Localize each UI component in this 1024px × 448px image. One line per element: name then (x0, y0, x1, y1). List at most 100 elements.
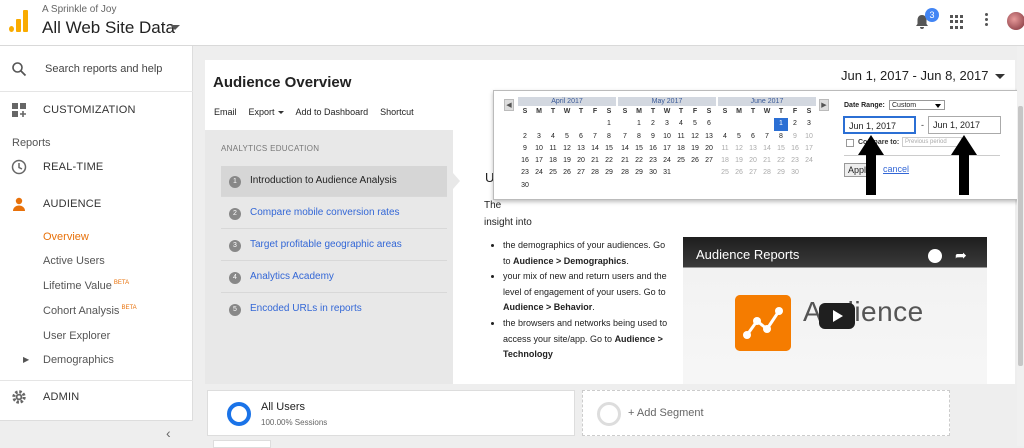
export-button[interactable]: Export (249, 107, 284, 117)
calendar-day[interactable]: 12 (732, 143, 746, 155)
calendar-day[interactable]: 28 (760, 167, 774, 179)
calendar-day[interactable]: 6 (746, 131, 760, 143)
calendar-day[interactable]: 23 (518, 167, 532, 179)
bottom-tab[interactable] (213, 440, 271, 448)
calendar-day[interactable]: 23 (788, 155, 802, 167)
calendar-day[interactable]: 13 (574, 143, 588, 155)
calendar-day[interactable]: 4 (546, 131, 560, 143)
calendar-day[interactable]: 16 (518, 155, 532, 167)
calendar-day[interactable]: 19 (560, 155, 574, 167)
calendar-day[interactable]: 2 (788, 118, 802, 130)
calendar-day[interactable]: 24 (660, 155, 674, 167)
calendar-day[interactable]: 2 (518, 131, 532, 143)
calendar-day[interactable]: 28 (588, 167, 602, 179)
sidebar-item-active-users[interactable]: Active Users (43, 255, 105, 267)
play-button[interactable] (819, 303, 855, 329)
calendar-day[interactable]: 2 (646, 118, 660, 130)
calendar-day[interactable]: 16 (788, 143, 802, 155)
email-button[interactable]: Email (214, 107, 237, 117)
sidebar-item-realtime[interactable]: REAL-TIME (0, 152, 193, 184)
calendar-day[interactable]: 23 (646, 155, 660, 167)
collapse-sidebar-button[interactable]: ‹ (0, 420, 193, 446)
edu-item-encoded-urls[interactable]: 5 Encoded URLs in reports (221, 294, 447, 325)
sidebar-item-admin[interactable]: ADMIN (0, 380, 193, 414)
calendar-day[interactable]: 15 (602, 143, 616, 155)
calendar-day[interactable]: 25 (546, 167, 560, 179)
calendar-day[interactable]: 8 (632, 131, 646, 143)
calendar-day[interactable]: 11 (718, 143, 732, 155)
calendar-day[interactable]: 16 (646, 143, 660, 155)
calendar-day[interactable]: 3 (660, 118, 674, 130)
calendar-day[interactable]: 4 (718, 131, 732, 143)
calendar-day[interactable]: 24 (802, 155, 816, 167)
calendar-day[interactable]: 1 (602, 118, 616, 130)
video-player[interactable]: Audience Reports ➦ Audience (683, 237, 987, 400)
calendar-day[interactable]: 26 (688, 155, 702, 167)
cancel-link[interactable]: cancel (883, 164, 909, 174)
calendar-day[interactable]: 27 (574, 167, 588, 179)
start-date-input[interactable]: Jun 1, 2017 (843, 116, 916, 134)
calendar-day[interactable]: 4 (674, 118, 688, 130)
calendar-day[interactable]: 5 (688, 118, 702, 130)
calendar-day[interactable]: 5 (560, 131, 574, 143)
sidebar-item-overview[interactable]: Overview (43, 231, 89, 243)
sidebar-item-lifetime-value[interactable]: Lifetime Value BETA (43, 280, 129, 292)
calendar-day[interactable]: 6 (702, 118, 716, 130)
calendar-day[interactable]: 10 (532, 143, 546, 155)
search-reports[interactable]: Search reports and help (0, 46, 193, 92)
calendar-day[interactable]: 6 (574, 131, 588, 143)
calendar-day[interactable]: 21 (760, 155, 774, 167)
calendar-day[interactable]: 29 (774, 167, 788, 179)
scrollbar[interactable] (1017, 46, 1024, 446)
calendar-day[interactable]: 30 (646, 167, 660, 179)
more-vert-icon[interactable] (985, 13, 989, 29)
calendar-day[interactable]: 17 (660, 143, 674, 155)
calendar-day[interactable]: 14 (618, 143, 632, 155)
calendar-day[interactable]: 24 (532, 167, 546, 179)
chevron-down-icon[interactable] (170, 25, 180, 30)
calendar-day[interactable]: 13 (746, 143, 760, 155)
calendar-day[interactable]: 10 (802, 131, 816, 143)
calendar-day[interactable]: 9 (788, 131, 802, 143)
share-icon[interactable]: ➦ (955, 247, 967, 264)
calendar-day[interactable]: 26 (560, 167, 574, 179)
date-range-selector[interactable]: Jun 1, 2017 - Jun 8, 2017 (841, 68, 1006, 83)
add-to-dashboard-button[interactable]: Add to Dashboard (296, 107, 369, 117)
next-month-button[interactable]: ▶ (819, 99, 829, 111)
segment-all-users[interactable]: All Users 100.00% Sessions (207, 390, 575, 436)
calendar-day[interactable]: 5 (732, 131, 746, 143)
calendar-day[interactable]: 12 (688, 131, 702, 143)
calendar-day[interactable]: 8 (602, 131, 616, 143)
sidebar-item-demographics[interactable]: ▶ Demographics (23, 354, 114, 366)
calendar-day[interactable]: 21 (588, 155, 602, 167)
calendar-day[interactable]: 22 (632, 155, 646, 167)
compare-checkbox[interactable] (846, 139, 854, 147)
calendar-day[interactable]: 30 (518, 180, 532, 192)
calendar-day[interactable]: 25 (674, 155, 688, 167)
calendar-day[interactable]: 11 (546, 143, 560, 155)
calendar-day[interactable]: 9 (518, 143, 532, 155)
analytics-logo-icon[interactable] (9, 10, 29, 32)
avatar[interactable] (1007, 12, 1024, 30)
sidebar-item-audience[interactable]: AUDIENCE (0, 189, 193, 221)
calendar-day[interactable]: 10 (660, 131, 674, 143)
edu-item-geo[interactable]: 3 Target profitable geographic areas (221, 230, 447, 261)
calendar-day[interactable]: 27 (746, 167, 760, 179)
calendar-day[interactable]: 20 (702, 143, 716, 155)
add-segment-button[interactable]: + Add Segment (582, 390, 950, 436)
sidebar-item-cohort-analysis[interactable]: Cohort Analysis BETA (43, 305, 137, 317)
account-name[interactable]: A Sprinkle of Joy (42, 4, 116, 15)
calendar-day[interactable]: 15 (632, 143, 646, 155)
calendar-day[interactable]: 27 (702, 155, 716, 167)
calendar-day[interactable]: 8 (774, 131, 788, 143)
calendar-day[interactable]: 11 (674, 131, 688, 143)
prev-month-button[interactable]: ◀ (504, 99, 514, 111)
calendar-day[interactable]: 22 (602, 155, 616, 167)
calendar-day[interactable]: 20 (574, 155, 588, 167)
calendar-day[interactable]: 7 (618, 131, 632, 143)
calendar-day[interactable]: 9 (646, 131, 660, 143)
calendar-day[interactable]: 30 (788, 167, 802, 179)
calendar-day[interactable]: 25 (718, 167, 732, 179)
scrollbar-thumb[interactable] (1018, 106, 1023, 366)
calendar-day[interactable]: 14 (760, 143, 774, 155)
